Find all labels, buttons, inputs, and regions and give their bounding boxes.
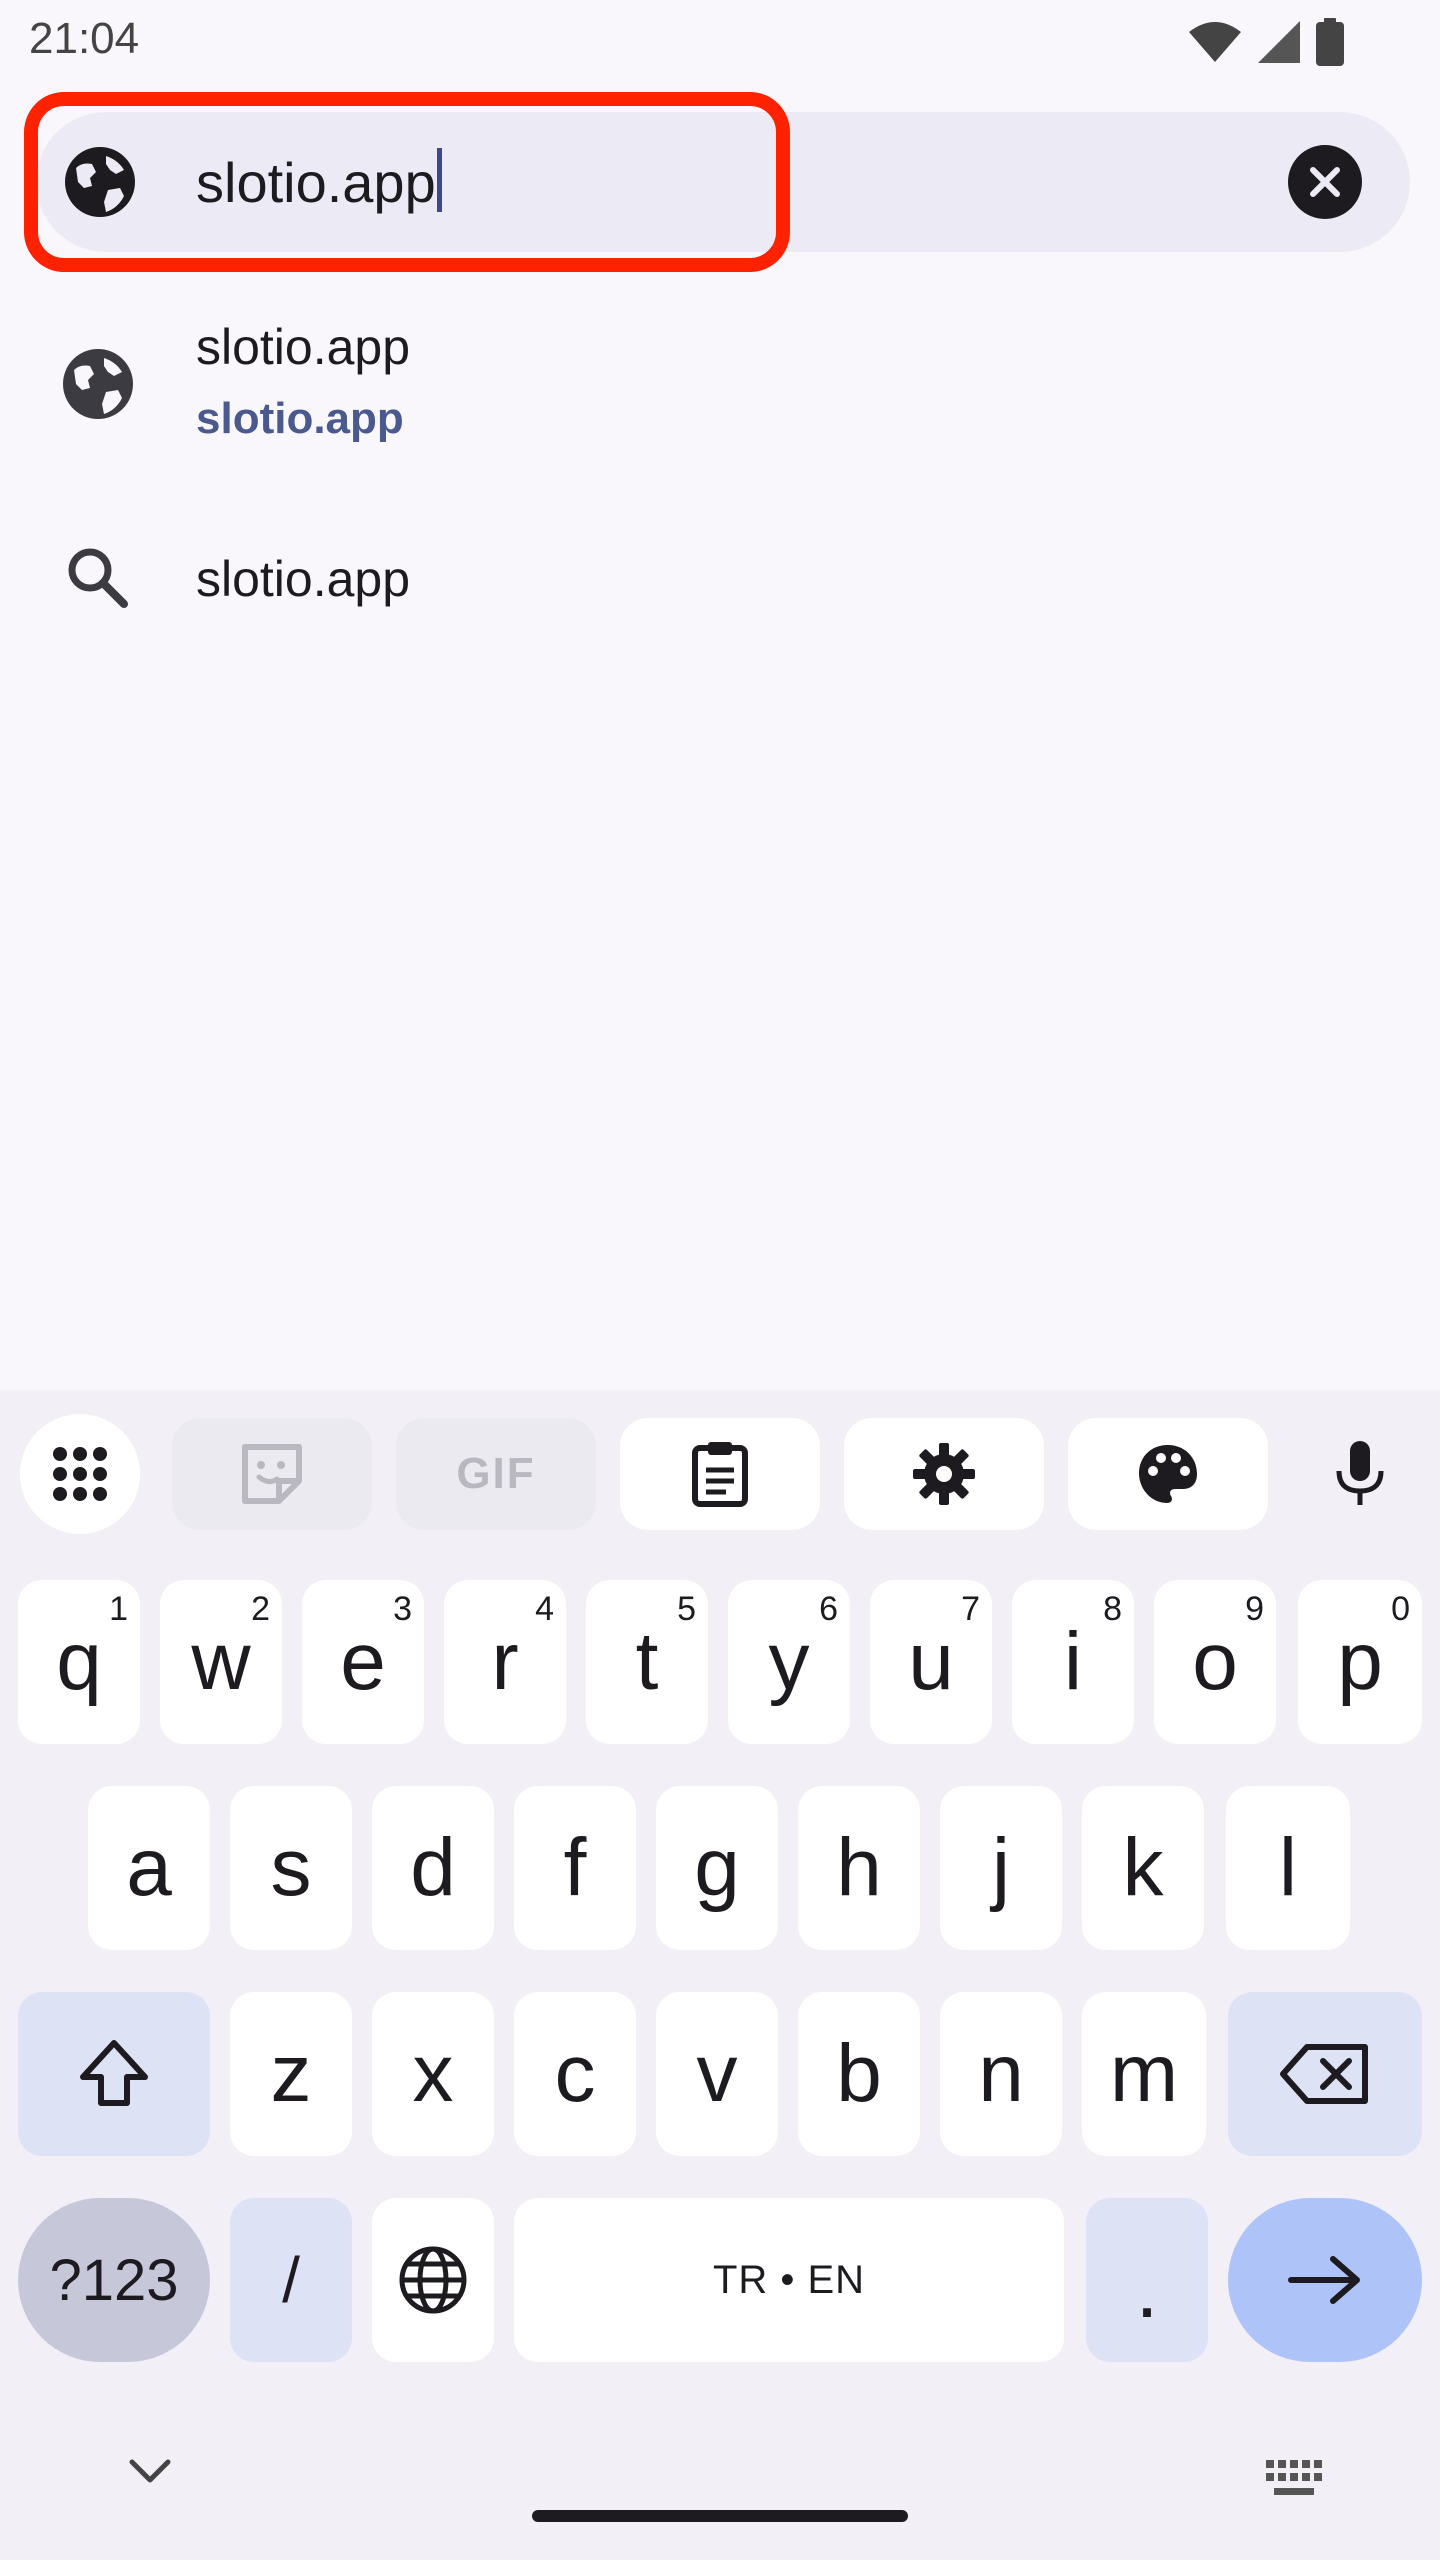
battery-icon bbox=[1316, 18, 1344, 66]
globe-icon bbox=[65, 147, 135, 217]
key-n[interactable]: n bbox=[940, 1992, 1062, 2156]
url-input[interactable]: slotio.app bbox=[196, 148, 442, 217]
apps-grid-icon bbox=[53, 1447, 107, 1501]
key-s[interactable]: s bbox=[230, 1786, 352, 1950]
key-x[interactable]: x bbox=[372, 1992, 494, 2156]
key-i[interactable]: i8 bbox=[1012, 1580, 1134, 1744]
sticker-button[interactable] bbox=[172, 1418, 372, 1530]
clear-icon bbox=[1310, 167, 1340, 197]
globe-icon bbox=[399, 2246, 467, 2314]
status-time: 21:04 bbox=[29, 14, 140, 63]
cellular-signal-icon bbox=[1258, 21, 1300, 63]
settings-gear-icon bbox=[913, 1443, 975, 1505]
key-e[interactable]: e3 bbox=[302, 1580, 424, 1744]
key-d[interactable]: d bbox=[372, 1786, 494, 1950]
slash-key[interactable]: / bbox=[230, 2198, 352, 2362]
suggestion-item-search[interactable]: slotio.app bbox=[0, 536, 1440, 620]
suggestion-title: slotio.app bbox=[196, 319, 411, 375]
globe-icon bbox=[63, 349, 133, 419]
apps-grid-button[interactable] bbox=[20, 1414, 140, 1534]
status-bar: 21:04 bbox=[0, 0, 1440, 84]
key-g[interactable]: g bbox=[656, 1786, 778, 1950]
key-y[interactable]: y6 bbox=[728, 1580, 850, 1744]
key-h[interactable]: h bbox=[798, 1786, 920, 1950]
suggestion-url: slotio.app bbox=[196, 394, 404, 443]
text-caret bbox=[436, 148, 442, 212]
symbols-key[interactable]: ?123 bbox=[18, 2198, 210, 2362]
search-icon bbox=[68, 548, 128, 608]
key-r[interactable]: r4 bbox=[444, 1580, 566, 1744]
gif-button[interactable]: GIF bbox=[396, 1418, 596, 1530]
key-t[interactable]: t5 bbox=[586, 1580, 708, 1744]
clipboard-button[interactable] bbox=[620, 1418, 820, 1530]
chevron-down-icon[interactable] bbox=[126, 2456, 174, 2486]
key-b[interactable]: b bbox=[798, 1992, 920, 2156]
key-z[interactable]: z bbox=[230, 1992, 352, 2156]
url-bar[interactable]: slotio.app bbox=[36, 112, 1410, 252]
clipboard-icon bbox=[692, 1442, 748, 1507]
wifi-icon bbox=[1189, 22, 1241, 62]
keyboard-switch-icon[interactable] bbox=[1266, 2460, 1322, 2496]
key-q[interactable]: q1 bbox=[18, 1580, 140, 1744]
key-f[interactable]: f bbox=[514, 1786, 636, 1950]
key-w[interactable]: w2 bbox=[160, 1580, 282, 1744]
space-bar[interactable]: TR • EN bbox=[514, 2198, 1064, 2362]
url-input-value: slotio.app bbox=[196, 151, 436, 214]
suggestion-item-url[interactable]: slotio.app slotio.app bbox=[0, 316, 1440, 472]
sticker-icon bbox=[242, 1444, 302, 1504]
arrow-right-icon bbox=[1288, 2256, 1360, 2304]
status-icons bbox=[1188, 18, 1344, 66]
key-u[interactable]: u7 bbox=[870, 1580, 992, 1744]
shift-icon bbox=[80, 2040, 148, 2106]
clear-button[interactable] bbox=[1288, 145, 1362, 219]
key-c[interactable]: c bbox=[514, 1992, 636, 2156]
key-l[interactable]: l bbox=[1226, 1786, 1350, 1950]
key-p[interactable]: p0 bbox=[1298, 1580, 1422, 1744]
backspace-icon bbox=[1280, 2044, 1368, 2104]
key-o[interactable]: o9 bbox=[1154, 1580, 1276, 1744]
period-key[interactable]: . bbox=[1086, 2198, 1208, 2362]
key-v[interactable]: v bbox=[656, 1992, 778, 2156]
key-a[interactable]: a bbox=[88, 1786, 210, 1950]
key-m[interactable]: m bbox=[1082, 1992, 1206, 2156]
language-key[interactable] bbox=[372, 2198, 494, 2362]
suggestion-title: slotio.app bbox=[196, 551, 411, 607]
microphone-button[interactable] bbox=[1300, 1418, 1420, 1530]
enter-key[interactable] bbox=[1228, 2198, 1422, 2362]
shift-key[interactable] bbox=[18, 1992, 210, 2156]
theme-palette-icon bbox=[1139, 1445, 1197, 1503]
settings-button[interactable] bbox=[844, 1418, 1044, 1530]
backspace-key[interactable] bbox=[1228, 1992, 1422, 2156]
theme-button[interactable] bbox=[1068, 1418, 1268, 1530]
key-j[interactable]: j bbox=[940, 1786, 1062, 1950]
microphone-icon bbox=[1336, 1441, 1384, 1505]
soft-keyboard bbox=[0, 1390, 1440, 2560]
gif-label: GIF bbox=[456, 1449, 536, 1498]
gesture-nav-handle[interactable] bbox=[532, 2510, 908, 2522]
key-k[interactable]: k bbox=[1082, 1786, 1204, 1950]
